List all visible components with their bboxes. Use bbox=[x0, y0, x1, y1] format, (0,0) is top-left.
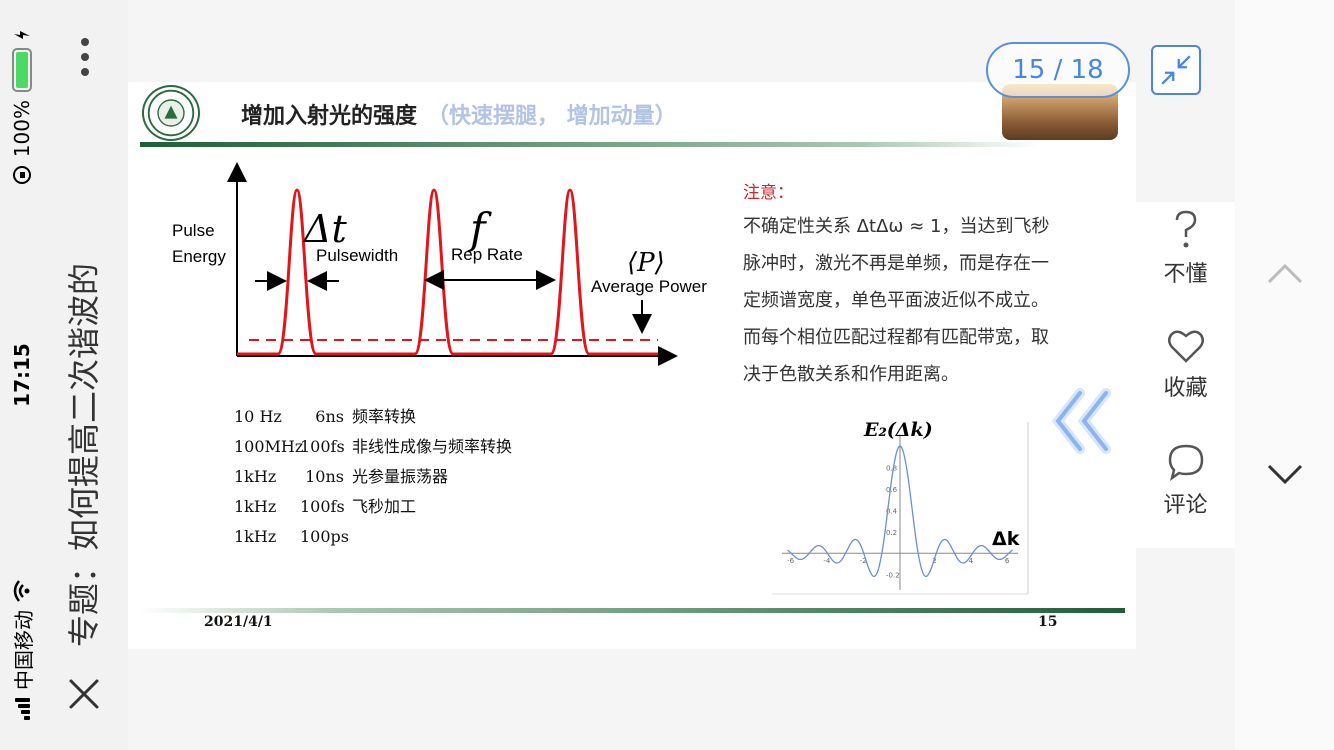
y-tick-label: 0.6 bbox=[886, 486, 898, 494]
chevron-down-icon[interactable] bbox=[1265, 460, 1305, 490]
application-list: 10 Hz 6ns 频率转换 100MHz 100fs 非线性成像与频率转换 1kHz 1… bbox=[234, 402, 512, 552]
y-tick-label: 0.2 bbox=[886, 529, 897, 537]
note-line: 不确定性关系 ΔtΔω ≈ 1，当达到飞秒 bbox=[743, 216, 1050, 237]
more-options-icon[interactable] bbox=[79, 38, 91, 76]
y-tick-label: -0.2 bbox=[886, 572, 900, 580]
note-line: 决于色散关系和作用距离。 bbox=[743, 364, 959, 385]
header-divider bbox=[140, 142, 1040, 147]
pulse-train-diagram: Pulse Energy Δt Pulsewidth f Rep Rate ⟨P… bbox=[172, 162, 707, 366]
footer-divider bbox=[140, 608, 1125, 613]
y-label-line1: Pulse bbox=[172, 221, 215, 240]
p-symbol: ⟨P⟩ bbox=[627, 248, 665, 278]
action-favorite[interactable]: 收藏 bbox=[1136, 328, 1235, 402]
action-panel: 不懂 收藏 评论 bbox=[1136, 202, 1235, 548]
sinc-chart: -6 -4 -2 2 4 60.80.60.40.2-0.2 E₂(Δk) Δk bbox=[772, 419, 1029, 595]
left-toolbar: 中国移动 17:15 100% 专题：如何提高二次谐波的 bbox=[0, 0, 128, 750]
list-item: 1kHz 10ns 光参量振荡器 bbox=[234, 467, 449, 486]
action-label: 收藏 bbox=[1163, 376, 1208, 401]
chart-x-label: Δk bbox=[992, 528, 1020, 550]
app-root: 中国移动 17:15 100% 专题：如何提高二次谐波的 增加入射光的强度 （快… bbox=[0, 0, 1334, 750]
action-dont-understand[interactable]: 不懂 bbox=[1136, 210, 1235, 288]
pulsewidth-label: Pulsewidth bbox=[316, 246, 398, 265]
action-comment[interactable]: 评论 bbox=[1136, 443, 1235, 519]
rep-rate-label: Rep Rate bbox=[451, 245, 523, 264]
delta-t-symbol: Δt bbox=[302, 207, 347, 251]
y-label-line2: Energy bbox=[172, 247, 226, 266]
action-label: 评论 bbox=[1163, 493, 1208, 518]
slide-title-main: 增加入射光的强度 bbox=[241, 104, 418, 129]
status-bar: 中国移动 17:15 100% bbox=[2, 30, 42, 720]
list-item: 10 Hz 6ns 频率转换 bbox=[234, 407, 417, 426]
pulse-1 bbox=[237, 188, 658, 356]
exit-fullscreen-icon[interactable] bbox=[1151, 45, 1201, 95]
previous-slide-icon[interactable] bbox=[1050, 385, 1116, 457]
note-body: 不确定性关系 ΔtΔω ≈ 1，当达到飞秒 脉冲时，激光不再是单频，而是存在一 … bbox=[743, 208, 1103, 393]
slide-title: 增加入射光的强度 （快速摆腿， 增加动量） bbox=[241, 98, 677, 130]
note-line: 脉冲时，激光不再是单频，而是存在一 bbox=[743, 253, 1049, 274]
slide-viewer: 增加入射光的强度 （快速摆腿， 增加动量） Pulse Energy Δt Pu… bbox=[128, 0, 1235, 750]
right-navigation bbox=[1235, 0, 1334, 750]
list-item: 1kHz 100ps bbox=[234, 527, 349, 546]
chart-y-label: E₂(Δk) bbox=[863, 419, 933, 441]
close-icon[interactable] bbox=[66, 676, 102, 712]
list-item: 1kHz 100fs 飞秒加工 bbox=[234, 497, 417, 516]
document-title: 专题：如何提高二次谐波的 bbox=[65, 262, 103, 647]
clock: 17:15 bbox=[10, 343, 34, 407]
question-icon bbox=[1175, 210, 1196, 248]
battery-icon bbox=[12, 48, 32, 92]
x-tick-label: -6 bbox=[787, 557, 795, 565]
average-power-label: Average Power bbox=[591, 277, 707, 296]
x-tick-label: -4 bbox=[823, 557, 831, 565]
y-tick-label: 0.8 bbox=[886, 464, 897, 472]
page-indicator[interactable]: 15 / 18 bbox=[986, 42, 1130, 98]
note-title: 注意： bbox=[743, 183, 794, 203]
action-label: 不懂 bbox=[1163, 262, 1208, 287]
footer-date: 2021/4/1 bbox=[204, 614, 273, 630]
comment-icon bbox=[1168, 444, 1203, 481]
chevron-up-icon[interactable] bbox=[1265, 258, 1305, 288]
footer-page-number: 15 bbox=[1038, 614, 1058, 630]
university-logo bbox=[142, 85, 200, 141]
note-line: 定频谱宽度，单色平面波近似不成立。 bbox=[743, 290, 1049, 311]
x-tick-label: 6 bbox=[1005, 557, 1010, 565]
battery-level bbox=[16, 52, 28, 88]
note-line: 而每个相位匹配过程都有匹配带宽，取 bbox=[743, 327, 1049, 348]
slide-subtitle: （快速摆腿， 增加动量） bbox=[427, 104, 677, 129]
list-item: 100MHz 100fs 非线性成像与频率转换 bbox=[234, 437, 513, 456]
slide: 增加入射光的强度 （快速摆腿， 增加动量） Pulse Energy Δt Pu… bbox=[128, 82, 1136, 649]
heart-icon bbox=[1167, 330, 1204, 363]
